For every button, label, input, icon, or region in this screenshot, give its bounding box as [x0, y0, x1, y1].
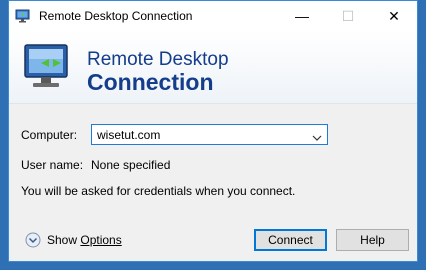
chevron-down-icon[interactable]: [312, 131, 322, 145]
computer-value[interactable]: wisetut.com: [97, 128, 160, 142]
credentials-note: You will be asked for credentials when y…: [21, 184, 296, 198]
title-bar[interactable]: Remote Desktop Connection — ☐ ✕: [9, 1, 417, 31]
expand-circle-icon[interactable]: [25, 232, 41, 248]
close-button[interactable]: ✕: [371, 1, 417, 31]
show-options-prefix: Show: [47, 233, 81, 247]
computer-label: Computer:: [21, 128, 78, 142]
monitor-icon: [23, 41, 79, 96]
remote-desktop-icon: [15, 8, 31, 24]
show-options-link[interactable]: Show Options: [47, 233, 122, 247]
window-title: Remote Desktop Connection: [39, 9, 193, 23]
connect-button[interactable]: Connect: [254, 229, 327, 251]
help-button[interactable]: Help: [336, 229, 409, 251]
maximize-button[interactable]: ☐: [325, 1, 371, 31]
rdc-window: Remote Desktop Connection — ☐ ✕ Remote D…: [8, 0, 418, 262]
header-banner: Remote Desktop Connection: [9, 31, 417, 104]
show-options-accesskey: Options: [80, 233, 122, 247]
banner-title-line1: Remote Desktop: [87, 49, 229, 70]
banner-title-line2: Connection: [87, 69, 214, 95]
computer-combobox[interactable]: wisetut.com: [91, 124, 328, 145]
username-value: None specified: [91, 158, 171, 172]
minimize-button[interactable]: —: [279, 1, 325, 31]
username-label: User name:: [21, 158, 84, 172]
